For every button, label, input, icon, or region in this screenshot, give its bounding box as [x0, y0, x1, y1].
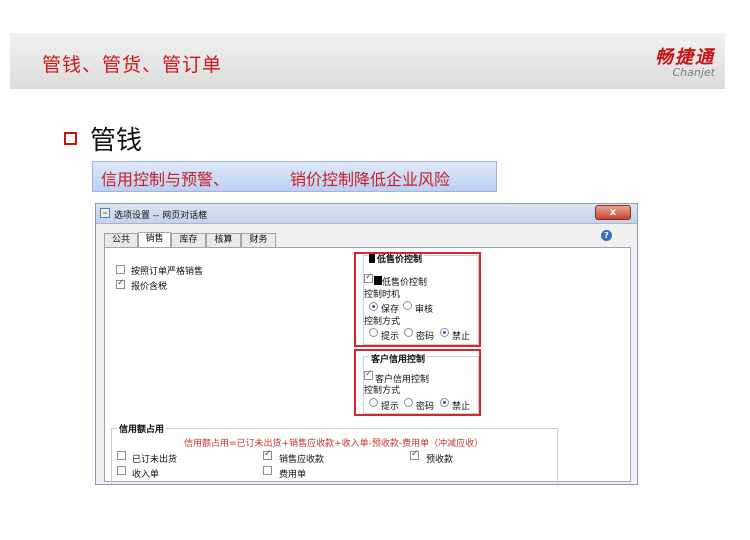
slide-header: 管钱、管货、管订单 畅捷通 Chanjet: [10, 33, 725, 89]
price-incl-tax-checkbox[interactable]: [116, 278, 125, 289]
tab-accounting[interactable]: 核算: [206, 233, 241, 247]
expense-voucher-label: 费用单: [279, 470, 307, 480]
tab-finance[interactable]: 财务: [241, 233, 276, 247]
square-bullet-icon: [64, 132, 77, 145]
tab-public[interactable]: 公共: [104, 233, 138, 247]
tab-inventory[interactable]: 库存: [171, 233, 206, 247]
income-voucher-label: 收入单: [132, 470, 160, 480]
tab-sales[interactable]: 销售: [138, 232, 171, 248]
dialog-app-icon: [100, 208, 110, 218]
strict-order-sales-checkbox[interactable]: [116, 265, 125, 274]
dialog-title: 选项设置 -- 网页对话框: [114, 211, 208, 221]
sales-receivable-label: 销售应收款: [279, 455, 325, 465]
advance-receipt-label: 预收款: [426, 455, 454, 465]
chanjet-logo: 畅捷通 Chanjet: [655, 43, 715, 79]
dialog-titlebar: 选项设置 -- 网页对话框 x: [96, 204, 637, 224]
subtitle-right: 销价控制降低企业风险: [290, 170, 451, 189]
credit-usage-group-title: 信用额占用: [117, 422, 167, 435]
subtitle-left: 信用控制与预警、: [101, 170, 230, 189]
ordered-not-shipped-checkbox[interactable]: [117, 451, 126, 460]
credit-highlight-box: [354, 349, 481, 416]
options-dialog: 选项设置 -- 网页对话框 x ? 公共 销售 库存 核算 财务 按照订单严格销…: [95, 203, 638, 485]
slide-title: 管钱、管货、管订单: [42, 54, 223, 76]
help-icon[interactable]: ?: [601, 230, 612, 241]
sales-receivable-checkbox[interactable]: [263, 449, 272, 460]
close-button[interactable]: x: [595, 205, 631, 220]
price-incl-tax-label: 报价含税: [131, 282, 168, 292]
credit-usage-formula: 信用额占用=已订未出货+销售应收款+收入单-预收款-费用单（冲减应收）: [184, 439, 484, 449]
advance-receipt-checkbox[interactable]: [410, 449, 419, 460]
ordered-not-shipped-label: 已订未出货: [132, 455, 178, 465]
income-voucher-checkbox[interactable]: [117, 466, 126, 475]
expense-voucher-checkbox[interactable]: [263, 466, 272, 475]
low-price-highlight-box: [354, 252, 481, 347]
section-heading: 管钱: [90, 126, 143, 156]
subtitle-bar: 信用控制与预警、 销价控制降低企业风险: [92, 161, 497, 192]
sales-tab-panel: 按照订单严格销售 报价含税 低售价控制 低售价控制 控制时机 保存 审核 控制方…: [104, 247, 631, 484]
strict-order-sales-label: 按照订单严格销售: [131, 267, 204, 277]
